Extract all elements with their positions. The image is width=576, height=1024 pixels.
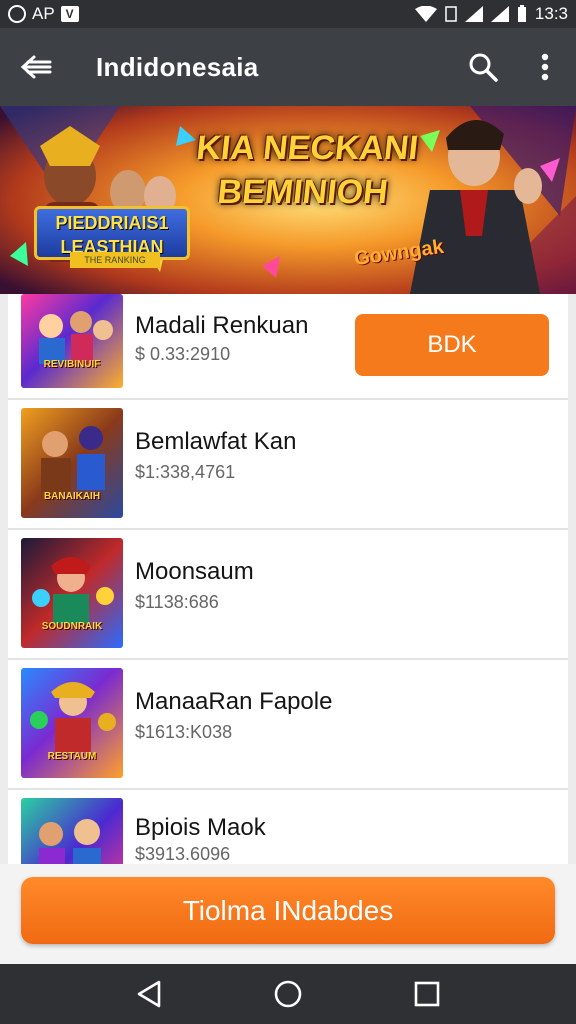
- game-thumbnail: BANAIKAIH: [21, 408, 123, 518]
- promo-banner[interactable]: KIA NECKANI BEMINIOH PIEDDRIAIS1 LEASTHI…: [0, 106, 576, 294]
- banner-headline-line-2: BEMINIOH: [215, 173, 390, 211]
- item-price: $1:338,4761: [135, 462, 236, 482]
- signal-icon: [464, 6, 483, 22]
- item-price: $1613:K038: [135, 722, 233, 742]
- thumbnail-art: [39, 311, 113, 364]
- item-name: ManaaRan Fapole: [135, 688, 333, 715]
- item-name: Bemlawfat Kan: [135, 428, 297, 455]
- thumbnail-caption: RESTAUM: [47, 751, 97, 762]
- nav-recents-square-icon: [414, 981, 439, 1007]
- thumbnail-caption: BANAIKAIH: [43, 491, 101, 502]
- item-price: $1138:686: [135, 592, 219, 612]
- wifi-icon: [414, 6, 437, 22]
- item-name: Bpiois Maok: [135, 814, 266, 841]
- battery-icon: [517, 5, 526, 22]
- overflow-menu-button[interactable]: [514, 28, 576, 106]
- back-button[interactable]: [0, 28, 72, 106]
- nav-back-button[interactable]: [119, 964, 179, 1024]
- thumbnail-caption: SOUDNRAIK: [41, 621, 103, 632]
- banner-logo-subtext: THE RANKING: [70, 252, 160, 268]
- status-right: 13:3: [414, 4, 568, 24]
- item-name: Moonsaum: [135, 558, 254, 585]
- game-thumbnail: SOUDNRAIK: [21, 538, 123, 648]
- primary-cta-button[interactable]: Tiolma INdabdes: [21, 877, 555, 944]
- item-price: $3913.6096: [135, 844, 231, 864]
- sim-icon: [445, 6, 457, 22]
- list-item[interactable]: SOUDNRAIK Moonsaum $1138:686: [8, 530, 568, 660]
- clock: 13:3: [534, 4, 568, 23]
- page-title: Indidonesaia: [96, 51, 259, 82]
- app-notification-icon: V: [60, 6, 79, 22]
- more-vert-icon: [541, 53, 549, 81]
- nav-home-button[interactable]: [258, 964, 318, 1024]
- game-thumbnail: RESTAUM: [21, 668, 123, 778]
- list-item[interactable]: REVIBINUIF Madali Renkuan $ 0.33:2910 BD…: [8, 294, 568, 400]
- arrow-left-icon: [20, 55, 52, 79]
- status-left: AP V: [8, 4, 79, 24]
- system-nav-bar: [0, 964, 576, 1024]
- carrier-label: AP: [32, 4, 55, 23]
- thumbnail-art: [39, 819, 101, 864]
- status-bar: AP V 13:3: [0, 0, 576, 28]
- list-item[interactable]: Bpiois Maok $3913.6096: [8, 790, 568, 864]
- notification-icon: [8, 5, 26, 23]
- nav-recents-button[interactable]: [397, 964, 457, 1024]
- thumbnail-caption: REVIBINUIF: [43, 359, 101, 370]
- search-icon: [469, 53, 498, 82]
- search-button[interactable]: [452, 28, 514, 106]
- list-item[interactable]: RESTAUM ManaaRan Fapole $1613:K038: [8, 660, 568, 790]
- game-list: REVIBINUIF Madali Renkuan $ 0.33:2910 BD…: [8, 294, 568, 864]
- app-bar: Indidonesaia: [0, 28, 576, 106]
- banner-headline: KIA NECKANI BEMINIOH: [185, 126, 424, 214]
- item-price: $ 0.33:2910: [135, 344, 231, 364]
- game-thumbnail: REVIBINUIF: [21, 294, 123, 388]
- app-bar-actions: [452, 28, 576, 106]
- banner-headline-line-1: KIA NECKANI: [194, 129, 421, 167]
- signal-icon-2: [490, 6, 509, 22]
- item-action-button[interactable]: BDK: [355, 314, 549, 376]
- list-item[interactable]: BANAIKAIH Bemlawfat Kan $1:338,4761: [8, 400, 568, 530]
- item-name: Madali Renkuan: [135, 312, 309, 339]
- bottom-bar: Tiolma INdabdes: [0, 864, 576, 964]
- nav-home-circle-icon: [274, 980, 302, 1008]
- game-thumbnail: [21, 798, 123, 864]
- nav-back-triangle-icon: [138, 980, 161, 1008]
